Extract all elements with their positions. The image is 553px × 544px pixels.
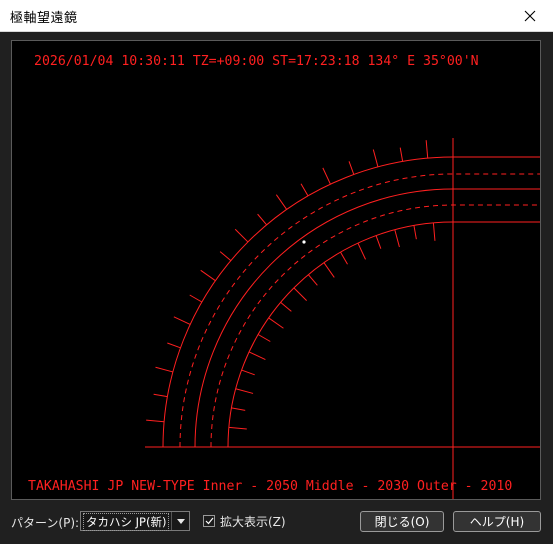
middle-ring bbox=[194, 188, 540, 448]
polar-scope-view: 2026/01/04 10:30:11 TZ=+09:00 ST=17:23:1… bbox=[11, 40, 541, 500]
close-icon bbox=[524, 10, 536, 21]
outer-ring bbox=[162, 156, 540, 448]
inner-tick bbox=[280, 301, 292, 312]
magnify-label: 拡大表示(Z) bbox=[220, 514, 286, 529]
inner-tick bbox=[248, 351, 266, 360]
status-line: 2026/01/04 10:30:11 TZ=+09:00 ST=17:23:1… bbox=[34, 54, 479, 69]
close-button[interactable]: 閉じる(O) bbox=[360, 511, 444, 532]
inner-tick bbox=[241, 369, 255, 376]
outer-tick bbox=[275, 194, 288, 210]
checkbox-box[interactable] bbox=[203, 515, 215, 527]
pattern-label: パターン(P): bbox=[11, 516, 80, 530]
outer-tick bbox=[200, 269, 216, 282]
inner-tick bbox=[293, 287, 307, 301]
inner-tick bbox=[307, 274, 318, 286]
outer-tick bbox=[300, 183, 309, 197]
dropdown-arrow[interactable] bbox=[171, 512, 189, 530]
inner-tick bbox=[375, 235, 382, 249]
inner-tick bbox=[432, 222, 436, 241]
inner-tick bbox=[340, 251, 348, 265]
chevron-down-icon bbox=[176, 518, 185, 524]
outer-tick bbox=[399, 147, 404, 162]
inner-tick bbox=[228, 426, 247, 430]
outer-tick bbox=[425, 140, 429, 159]
outer-tick bbox=[167, 342, 181, 349]
title-bar: 極軸望遠鏡 bbox=[0, 0, 553, 32]
window-title: 極軸望遠鏡 bbox=[10, 11, 78, 26]
inner-tick bbox=[231, 407, 246, 411]
outer-tick bbox=[153, 393, 168, 398]
reticle-rings bbox=[146, 140, 540, 448]
inner-dashed-ring bbox=[210, 204, 540, 448]
outer-tick bbox=[322, 167, 331, 185]
inner-ring bbox=[227, 221, 540, 448]
outer-tick bbox=[372, 149, 379, 168]
outer-tick bbox=[189, 294, 203, 303]
outer-tick bbox=[173, 316, 191, 325]
outer-tick bbox=[348, 161, 355, 175]
outer-tick bbox=[257, 213, 267, 226]
pattern-select[interactable]: タカハシ JP(新) bbox=[80, 511, 190, 531]
inner-tick bbox=[357, 242, 366, 260]
magnify-checkbox[interactable]: 拡大表示(Z) bbox=[203, 513, 286, 529]
inner-tick bbox=[268, 317, 284, 329]
inner-tick bbox=[394, 229, 400, 248]
outer-tick bbox=[219, 251, 232, 261]
outer-tick bbox=[146, 419, 165, 423]
pattern-select-value: タカハシ JP(新) bbox=[83, 513, 170, 531]
polaris-marker bbox=[302, 240, 306, 244]
checkmark-icon bbox=[205, 517, 213, 525]
inner-tick bbox=[413, 225, 417, 240]
close-window-button[interactable] bbox=[507, 0, 553, 31]
polar-scope-reticle: 2026/01/04 10:30:11 TZ=+09:00 ST=17:23:1… bbox=[28, 54, 540, 499]
pattern-line: TAKAHASHI JP NEW-TYPE Inner - 2050 Middl… bbox=[28, 479, 512, 494]
inner-tick bbox=[235, 388, 254, 394]
help-button[interactable]: ヘルプ(H) bbox=[453, 511, 541, 532]
inner-tick bbox=[323, 262, 335, 278]
inner-tick bbox=[257, 334, 271, 342]
outer-tick bbox=[234, 228, 249, 243]
outer-tick bbox=[155, 366, 174, 373]
